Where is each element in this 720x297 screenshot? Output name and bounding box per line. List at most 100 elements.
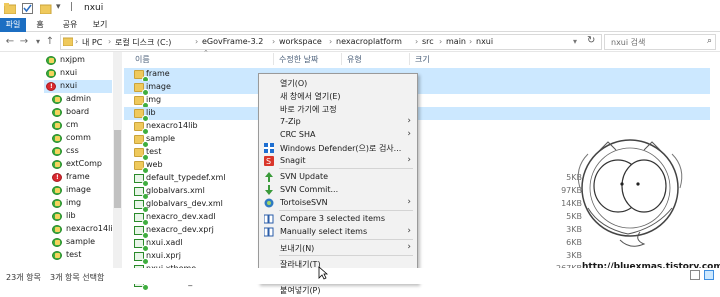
breadcrumb-local-disk[interactable]: 로컬 디스크 (C:) bbox=[115, 37, 171, 48]
menu-item[interactable]: SVN Update bbox=[259, 170, 417, 184]
folder-icon[interactable] bbox=[3, 3, 17, 15]
up-arrow-icon[interactable]: ↑ bbox=[44, 35, 56, 49]
submenu-arrow-icon: › bbox=[407, 242, 411, 252]
tab-file[interactable]: 파일 bbox=[0, 18, 26, 32]
svn-folder-icon bbox=[52, 212, 62, 221]
folder-icon bbox=[134, 148, 149, 161]
menu-item[interactable]: 새 창에서 열기(E) bbox=[259, 89, 417, 103]
column-type[interactable]: 유형 bbox=[347, 54, 362, 65]
chevron-right-icon[interactable]: › bbox=[469, 37, 472, 46]
breadcrumb-nxui[interactable]: nxui bbox=[476, 37, 493, 46]
tree-item-frame[interactable]: ! frame bbox=[50, 171, 112, 184]
column-date[interactable]: 수정한 날짜 bbox=[279, 54, 318, 65]
svn-folder-icon bbox=[52, 108, 62, 117]
chevron-right-icon[interactable]: › bbox=[108, 37, 111, 46]
refresh-icon[interactable]: ↻ bbox=[587, 35, 595, 46]
menu-item[interactable]: S Snagit › bbox=[259, 154, 417, 168]
menu-separator bbox=[279, 210, 413, 211]
tab-home[interactable]: 홈 bbox=[32, 18, 48, 32]
tree-item-label: nxjpm bbox=[60, 55, 85, 64]
defender-icon bbox=[264, 143, 274, 153]
folder-icon bbox=[134, 96, 149, 109]
tree-item-test[interactable]: test bbox=[50, 249, 112, 262]
file-icon bbox=[134, 200, 149, 213]
back-arrow-icon[interactable]: ← bbox=[4, 35, 16, 49]
menu-item[interactable]: Compare 3 selected items bbox=[259, 212, 417, 226]
menu-item[interactable]: 보내기(N) › bbox=[259, 241, 417, 255]
tree-item-label: img bbox=[66, 198, 82, 207]
breadcrumb-this-pc[interactable]: 내 PC bbox=[82, 37, 102, 48]
chevron-right-icon[interactable]: › bbox=[329, 37, 332, 46]
breadcrumb-egovframe[interactable]: eGovFrame-3.2 bbox=[202, 37, 263, 46]
column-divider[interactable] bbox=[273, 53, 274, 65]
chevron-right-icon[interactable]: › bbox=[195, 37, 198, 46]
nav-scrollbar-thumb[interactable] bbox=[114, 130, 121, 208]
svn-commit-icon bbox=[264, 185, 274, 195]
chevron-right-icon[interactable]: › bbox=[415, 37, 418, 46]
tree-item-sample[interactable]: sample bbox=[50, 236, 112, 249]
file-name: nxui.xprj bbox=[146, 251, 181, 260]
file-name: lib bbox=[146, 108, 156, 117]
breadcrumb-src[interactable]: src bbox=[422, 37, 434, 46]
tab-share[interactable]: 공유 bbox=[60, 18, 80, 32]
large-icons-view-icon[interactable] bbox=[704, 270, 714, 280]
chevron-right-icon[interactable]: › bbox=[439, 37, 442, 46]
search-icon[interactable]: ⌕ bbox=[707, 36, 712, 46]
menu-item[interactable]: 7-Zip › bbox=[259, 115, 417, 129]
folder-icon bbox=[134, 70, 149, 83]
tree-item-lib[interactable]: lib bbox=[50, 210, 112, 223]
tree-item-img[interactable]: img bbox=[50, 197, 112, 210]
menu-item-label: 열기(O) bbox=[280, 79, 308, 88]
forward-arrow-icon[interactable]: → bbox=[18, 35, 30, 49]
tree-item-nexacro14lib[interactable]: nexacro14lib bbox=[50, 223, 118, 236]
tree-item-admin[interactable]: admin bbox=[50, 93, 112, 106]
column-divider[interactable] bbox=[409, 53, 410, 65]
recent-dropdown-icon[interactable]: ▾ bbox=[32, 35, 44, 49]
chevron-right-icon[interactable]: › bbox=[75, 37, 78, 46]
breadcrumb-nexacroplatform[interactable]: nexacroplatform bbox=[336, 37, 402, 46]
tab-view[interactable]: 보기 bbox=[90, 18, 110, 32]
menu-item[interactable]: 붙여넣기(P) bbox=[259, 283, 417, 297]
tree-item-image[interactable]: image bbox=[50, 184, 112, 197]
nav-scrollbar[interactable] bbox=[113, 52, 122, 268]
menu-item[interactable]: 바로 가기에 고정 bbox=[259, 102, 417, 116]
selection-count: 3개 항목 선택함 bbox=[50, 273, 105, 282]
submenu-arrow-icon: › bbox=[407, 226, 411, 236]
address-bar[interactable]: › 내 PC › 로컬 디스크 (C:) › eGovFrame-3.2 › w… bbox=[60, 34, 602, 50]
column-divider[interactable] bbox=[341, 53, 342, 65]
tree-item-nxui-selected[interactable]: ! nxui bbox=[44, 80, 112, 93]
tree-item-nxjpm[interactable]: nxjpm bbox=[44, 54, 112, 67]
menu-item[interactable]: 열기(O) bbox=[259, 76, 417, 90]
tree-item-css[interactable]: css bbox=[50, 145, 112, 158]
checkmark-icon[interactable] bbox=[22, 3, 34, 14]
menu-item[interactable]: Windows Defender(으)로 검사... bbox=[259, 141, 417, 155]
chevron-right-icon[interactable]: › bbox=[272, 37, 275, 46]
tree-item-cm[interactable]: cm bbox=[50, 119, 112, 132]
menu-separator bbox=[279, 239, 413, 240]
breadcrumb-main[interactable]: main bbox=[446, 37, 466, 46]
search-box[interactable]: nxui 검색 ⌕ bbox=[604, 34, 716, 50]
details-view-icon[interactable] bbox=[690, 270, 700, 280]
item-count: 23개 항목 bbox=[6, 273, 41, 282]
tree-item-board[interactable]: board bbox=[50, 106, 112, 119]
column-name[interactable]: 이름 bbox=[135, 54, 150, 65]
quick-access-dropdown-icon[interactable]: ▾ bbox=[56, 2, 68, 13]
column-size[interactable]: 크기 bbox=[415, 54, 430, 65]
address-dropdown-icon[interactable]: ▾ bbox=[573, 37, 577, 46]
svn-update-icon bbox=[264, 172, 274, 182]
menu-item[interactable]: CRC SHA › bbox=[259, 128, 417, 142]
menu-item[interactable]: Manually select items › bbox=[259, 225, 417, 239]
folder-icon bbox=[134, 122, 149, 135]
tree-item-extcomp[interactable]: extComp bbox=[50, 158, 112, 171]
breadcrumb-workspace[interactable]: workspace bbox=[279, 37, 322, 46]
search-input[interactable]: nxui 검색 bbox=[611, 37, 645, 48]
tree-item-comm[interactable]: comm bbox=[50, 132, 112, 145]
svn-folder-icon bbox=[52, 225, 62, 234]
tree-item-label: nxui bbox=[60, 81, 78, 90]
tree-item-nxui[interactable]: nxui bbox=[44, 67, 112, 80]
new-folder-icon[interactable] bbox=[39, 3, 52, 15]
menu-item[interactable]: TortoiseSVN › bbox=[259, 196, 417, 210]
menu-item[interactable]: SVN Commit... bbox=[259, 183, 417, 197]
svn-modified-folder-icon: ! bbox=[52, 173, 62, 182]
compare-icon bbox=[263, 227, 274, 237]
